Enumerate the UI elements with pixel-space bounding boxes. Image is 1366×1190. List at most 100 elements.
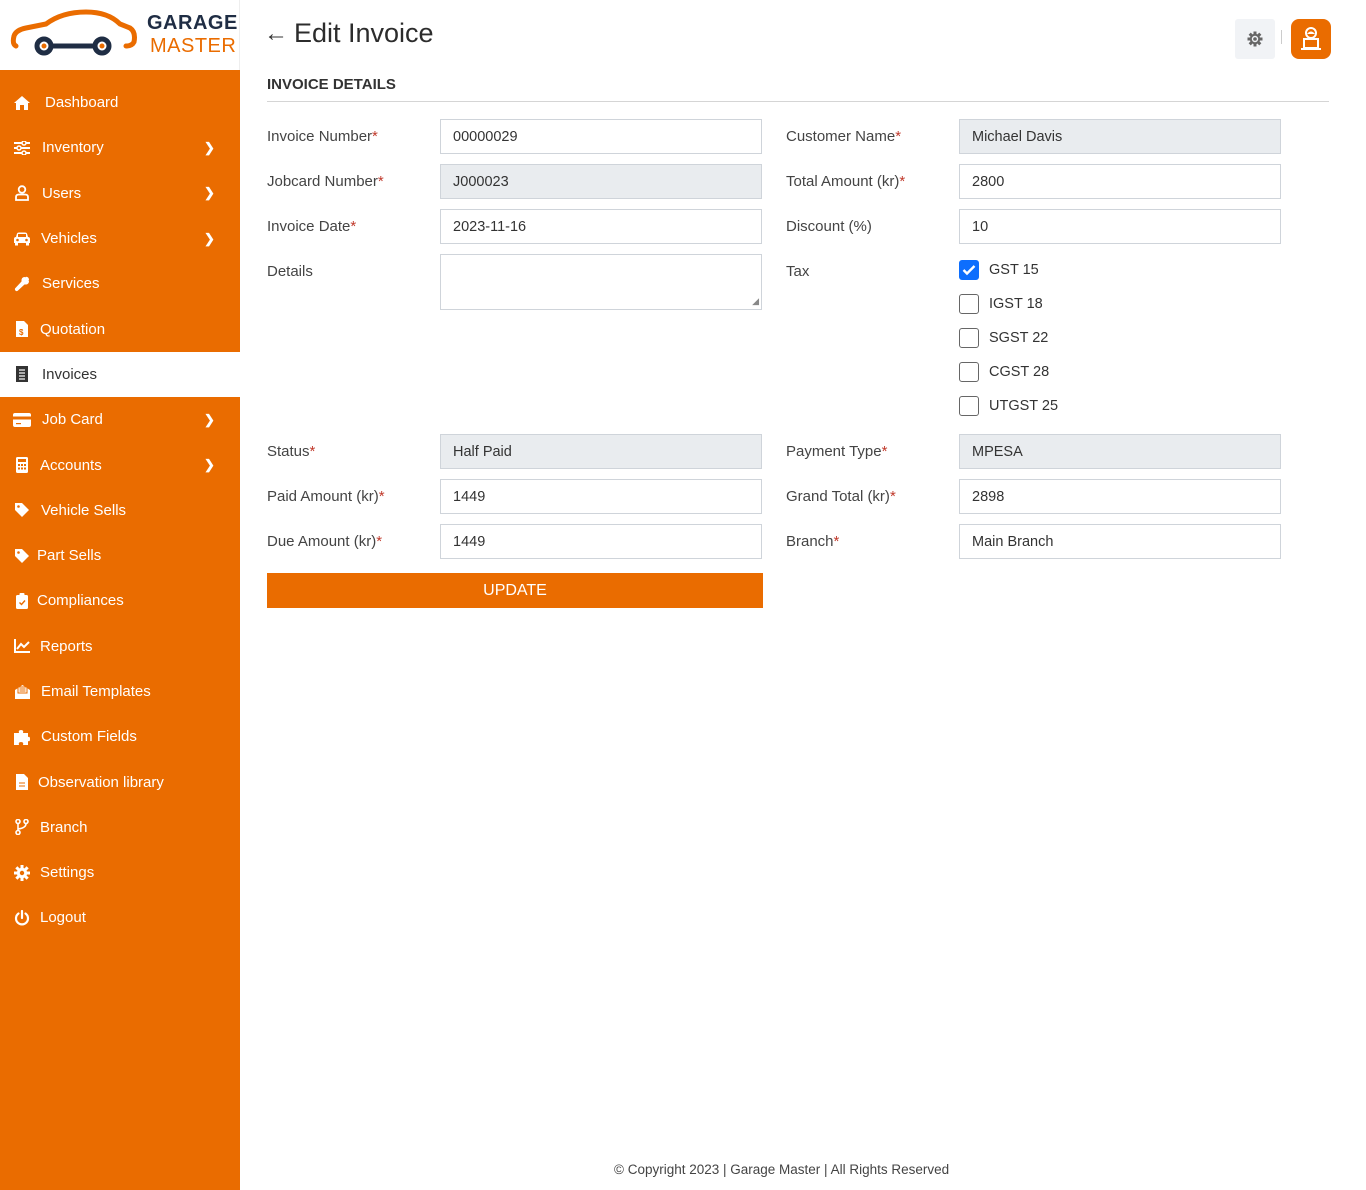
label-text: Due Amount (kr)	[267, 533, 377, 550]
sidebar-item-label: Services	[42, 275, 100, 293]
sidebar-item-job-card[interactable]: Job Card ❯	[0, 397, 240, 442]
sidebar-item-label: Vehicle Sells	[41, 501, 127, 519]
tag-icon	[13, 501, 31, 519]
tax-option-cgst[interactable]: CGST 28	[959, 362, 1049, 382]
sidebar-item-part-sells[interactable]: Part Sells	[0, 533, 240, 578]
sidebar-item-label: Dashboard	[45, 94, 119, 112]
tax-label: Tax	[786, 263, 810, 280]
paid-amount-input[interactable]: 1449	[440, 479, 762, 514]
sidebar-item-settings[interactable]: Settings	[0, 850, 240, 895]
line-chart-icon	[13, 637, 31, 655]
user-profile-button[interactable]	[1291, 19, 1331, 59]
required-mark: *	[899, 173, 906, 190]
settings-button[interactable]	[1235, 19, 1275, 59]
sidebar-item-dashboard[interactable]: Dashboard	[0, 80, 240, 125]
sidebar-item-logout[interactable]: Logout	[0, 895, 240, 940]
sidebar-item-label: Users	[42, 184, 82, 202]
sidebar-item-services[interactable]: Services	[0, 261, 240, 306]
required-mark: *	[372, 128, 378, 145]
resize-grip-icon[interactable]: ◢	[752, 296, 759, 307]
back-arrow-icon[interactable]: ←	[264, 20, 288, 48]
sidebar-item-label: Logout	[40, 909, 86, 927]
checkbox[interactable]	[959, 396, 979, 416]
checkbox[interactable]	[959, 294, 979, 314]
sidebar-item-label: Email Templates	[41, 683, 151, 700]
required-mark: *	[895, 128, 902, 145]
payment-type-label: Payment Type*	[786, 443, 887, 460]
total-amount-label: Total Amount (kr)*	[786, 173, 905, 190]
home-icon	[13, 94, 31, 112]
checkmark-icon	[962, 265, 976, 276]
power-icon	[13, 909, 31, 927]
due-amount-label: Due Amount (kr)*	[267, 533, 382, 550]
customer-name-input[interactable]: Michael Davis	[959, 119, 1281, 154]
sidebar-item-vehicles[interactable]: Vehicles ❯	[0, 216, 240, 261]
chevron-right-icon: ❯	[204, 230, 215, 246]
sidebar: GARAGE MASTER Dashboard Inventory ❯ User…	[0, 0, 240, 1190]
sidebar-item-accounts[interactable]: Accounts ❯	[0, 442, 240, 487]
label-text: Customer Name	[786, 128, 896, 145]
chevron-right-icon: ❯	[204, 185, 215, 201]
update-button[interactable]: UPDATE	[267, 573, 763, 608]
logo[interactable]: GARAGE MASTER	[0, 0, 240, 70]
grand-total-input[interactable]: 2898	[959, 479, 1281, 514]
user-avatar-icon	[1301, 27, 1321, 50]
tax-option-label: IGST 18	[989, 296, 1043, 312]
page-title: Edit Invoice	[294, 18, 434, 48]
sidebar-item-email-templates[interactable]: Email Templates	[0, 669, 240, 714]
checkbox[interactable]	[959, 362, 979, 382]
sidebar-item-compliances[interactable]: Compliances	[0, 578, 240, 623]
gear-icon	[1247, 31, 1263, 47]
checkbox[interactable]	[959, 328, 979, 348]
section-divider	[267, 101, 1329, 102]
due-amount-input[interactable]: 1449	[440, 524, 762, 559]
invoice-date-input[interactable]: 2023-11-16	[440, 209, 762, 244]
status-input[interactable]: Half Paid	[440, 434, 762, 469]
sidebar-item-branch[interactable]: Branch	[0, 805, 240, 850]
tax-option-label: CGST 28	[989, 364, 1050, 380]
details-textarea[interactable]: ◢	[440, 254, 762, 310]
tax-option-label: SGST 22	[989, 330, 1049, 346]
branch-input[interactable]: Main Branch	[959, 524, 1281, 559]
required-mark: *	[309, 443, 316, 460]
required-mark: *	[350, 218, 357, 235]
label-text: Grand Total (kr)	[786, 488, 890, 505]
sidebar-item-label: Quotation	[40, 320, 106, 338]
customer-name-label: Customer Name*	[786, 128, 901, 145]
sidebar-item-label: Branch	[40, 818, 88, 836]
sidebar-item-invoices[interactable]: Invoices	[0, 351, 240, 398]
payment-type-input[interactable]: MPESA	[959, 434, 1281, 469]
header-divider	[1281, 30, 1282, 44]
sidebar-item-label: Accounts	[40, 456, 102, 474]
tax-option-igst[interactable]: IGST 18	[959, 294, 1043, 314]
checkbox-checked[interactable]	[959, 260, 979, 280]
sidebar-item-reports[interactable]: Reports	[0, 624, 240, 669]
sidebar-item-observation-library[interactable]: Observation library	[0, 759, 240, 804]
chevron-right-icon: ❯	[204, 457, 215, 473]
sidebar-item-inventory[interactable]: Inventory ❯	[0, 125, 240, 170]
total-amount-input[interactable]: 2800	[959, 164, 1281, 199]
tax-option-gst[interactable]: GST 15	[959, 260, 1039, 280]
footer-copyright: © Copyright 2023 | Garage Master | All R…	[614, 1162, 950, 1177]
sidebar-item-vehicle-sells[interactable]: Vehicle Sells	[0, 488, 240, 533]
tax-option-utgst[interactable]: UTGST 25	[959, 396, 1058, 416]
label-text: Jobcard Number	[267, 173, 378, 190]
sidebar-item-quotation[interactable]: $ Quotation	[0, 306, 240, 351]
receipt-icon	[13, 365, 31, 383]
invoice-number-input[interactable]: 00000029	[440, 119, 762, 154]
sidebar-item-custom-fields[interactable]: Custom Fields	[0, 714, 240, 759]
discount-input[interactable]: 10	[959, 209, 1281, 244]
brand-line2: MASTER	[150, 35, 237, 57]
puzzle-icon	[13, 728, 31, 746]
envelope-open-icon	[13, 683, 31, 701]
sidebar-item-users[interactable]: Users ❯	[0, 171, 240, 216]
sidebar-item-label: Observation library	[38, 773, 164, 791]
car-icon	[13, 230, 31, 248]
label-text: Invoice Number	[267, 128, 373, 145]
chevron-right-icon: ❯	[204, 139, 215, 155]
jobcard-number-input[interactable]: J000023	[440, 164, 762, 199]
sidebar-item-label: Invoices	[42, 365, 98, 383]
sidebar-item-label: Part Sells	[37, 547, 102, 565]
wrench-icon	[13, 275, 31, 293]
tax-option-sgst[interactable]: SGST 22	[959, 328, 1048, 348]
